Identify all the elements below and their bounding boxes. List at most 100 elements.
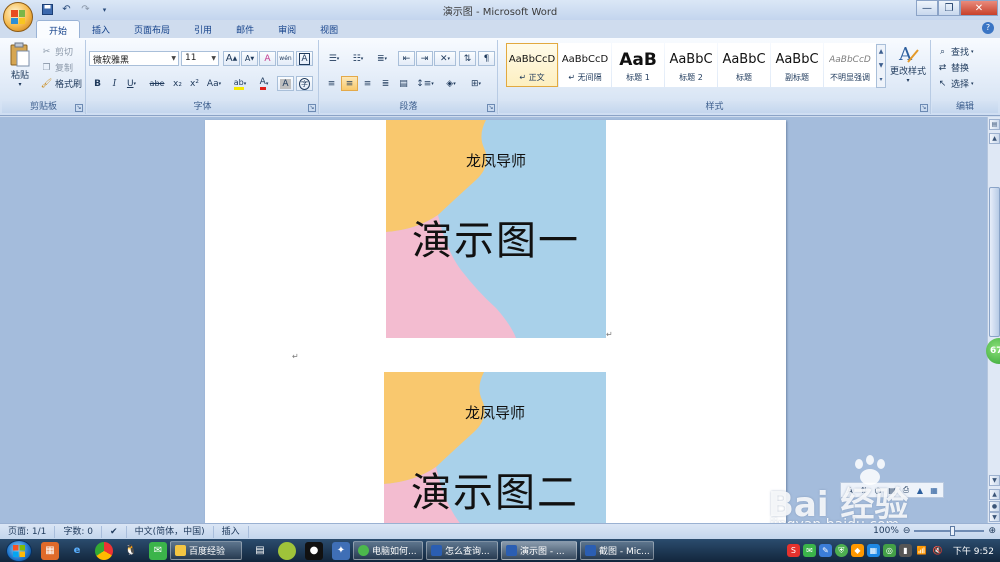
tools-tray-icon[interactable]: ✎ [818,544,832,557]
bullets-button[interactable]: ☰ ▾ [323,51,345,66]
document-image-1[interactable]: 龙凤导师 演示图一 [386,120,606,338]
highlight-button[interactable]: ab ▾ [229,76,251,91]
copy-button[interactable]: ❐ 复制 [40,61,73,75]
tab-mailings[interactable]: 邮件 [224,20,266,38]
taskbar-task-browser-1[interactable]: 电脑如何... [353,541,423,560]
close-button[interactable]: ✕ [960,0,998,16]
system-clock[interactable]: 下午 9:52 [953,544,994,557]
style-subtitle[interactable]: AaBbC 副标题 [771,43,823,87]
strikethrough-button[interactable]: abe [147,76,167,91]
subscript-button[interactable]: x₂ [169,76,186,91]
distributed-button[interactable]: ▤ [395,76,412,91]
numbering-button[interactable]: ☷ ▾ [347,51,369,66]
borders-button[interactable]: ⊞ ▾ [465,76,487,91]
clipboard-launcher-icon[interactable]: ↘ [75,104,83,112]
taskbar-wechat-icon[interactable]: ✉ [149,541,167,560]
taskbar-browser-icon[interactable] [278,541,296,560]
underline-button[interactable]: U ▾ [123,76,140,91]
taskbar-task-baidu-jingyan[interactable]: 百度经验 [170,541,242,560]
tab-view[interactable]: 视图 [308,20,350,38]
taskbar-task-word-demo[interactable]: 演示图 - ... [501,541,577,560]
zoom-out-icon[interactable]: ⊖ [903,526,911,536]
justify-button[interactable]: ≣ [377,76,394,91]
start-button[interactable] [6,539,32,562]
wechat-tray-icon[interactable]: ✉ [802,544,816,557]
taskbar-ie-icon[interactable]: e [68,542,86,560]
mini-toolbar-doc-icon[interactable]: ▤ [886,486,898,495]
character-shading-button[interactable]: A [277,76,294,91]
style-title[interactable]: AaBbC 标题 [718,43,770,87]
grow-font-button[interactable]: A ▲ [223,51,240,66]
increase-indent-button[interactable]: ⇥ [416,51,433,66]
mini-toolbar-sort-icon[interactable]: ⇅ [858,486,870,495]
vertical-scrollbar[interactable]: ▤ ▲ ▼ ▲ ● ▼ [987,117,1000,523]
change-case-button[interactable]: Aa ▾ [203,76,225,91]
restore-button[interactable]: ❐ [938,0,960,16]
browse-object-icon[interactable]: ● [989,501,1000,512]
font-name-combo[interactable]: 微软雅黑 ▼ [89,51,179,66]
line-spacing-button[interactable]: ↕≡ ▾ [414,76,436,91]
mini-toolbar-print-icon[interactable]: ⎙ [900,485,912,495]
style-heading-2[interactable]: AaBbC 标题 2 [665,43,717,87]
mini-toolbar-clock-icon[interactable]: ◷ [872,486,884,495]
taskbar-apps-icon[interactable]: ▦ [41,541,59,560]
bold-button[interactable]: B [89,76,106,91]
italic-button[interactable]: I [106,76,123,91]
taskbar-chrome-icon[interactable] [95,541,113,560]
zoom-in-icon[interactable]: ⊕ [988,526,996,536]
styles-launcher-icon[interactable]: ↘ [920,104,928,112]
sogou-icon[interactable]: S [786,544,800,557]
taskbar-qq-icon[interactable]: 🐧 [122,542,140,560]
insert-mode[interactable]: 插入 [214,525,249,538]
superscript-button[interactable]: x² [186,76,203,91]
taskbar-feather-icon[interactable]: ✦ [332,541,350,560]
taskbar-task-word-screenshot[interactable]: 截图 - Mic... [580,541,654,560]
font-launcher-icon[interactable]: ↘ [308,104,316,112]
find-button[interactable]: ⌕ 查找 ▾ [936,45,974,59]
enclose-characters-button[interactable]: 字 [296,76,313,91]
previous-page-icon[interactable]: ▲ [989,489,1000,500]
app-tray-icon[interactable]: ◆ [850,544,864,557]
taskbar-calculator-icon[interactable]: ▤ [251,542,269,560]
document-image-2[interactable]: 龙凤导师 演示图二 [384,372,606,523]
tab-insert[interactable]: 插入 [80,20,122,38]
tab-references[interactable]: 引用 [182,20,224,38]
align-right-button[interactable]: ≡ [359,76,376,91]
next-page-icon[interactable]: ▼ [989,512,1000,522]
help-icon[interactable]: ? [982,22,994,34]
battery-icon[interactable]: ▮ [898,544,912,557]
sort-button[interactable]: ⇅ [459,51,476,66]
security-tray-icon[interactable]: ⛨ [834,544,848,557]
minimize-button[interactable]: — [916,0,938,16]
ruler-toggle-icon[interactable]: ▤ [989,119,1000,130]
font-size-combo[interactable]: 11 ▼ [181,51,219,66]
taskbar-recorder-icon[interactable]: ● [305,541,323,560]
character-border-button[interactable]: A [296,51,313,66]
zoom-slider[interactable] [914,526,985,536]
taskbar-task-word-2[interactable]: 怎么查询... [426,541,498,560]
style-heading-1[interactable]: AaB 标题 1 [612,43,664,87]
style-normal[interactable]: AaBbCcD ↵ 正文 [506,43,558,87]
scroll-up-icon[interactable]: ▲ [989,133,1000,144]
network-icon[interactable]: 📶 [915,544,928,557]
zoom-level[interactable]: 100% [873,526,899,536]
language-status[interactable]: 中文(简体，中国) [127,525,214,538]
align-center-button[interactable]: ≡ [341,76,358,91]
style-no-spacing[interactable]: AaBbCcD ↵ 无间隔 [559,43,611,87]
scroll-down-icon[interactable]: ▼ [989,475,1000,486]
format-painter-button[interactable]: 🖌 格式刷 [40,77,82,91]
mini-toolbar-a-icon[interactable]: A [844,486,856,495]
zoom-slider-knob[interactable] [950,526,956,536]
tab-page-layout[interactable]: 页面布局 [122,20,182,38]
chinese-layout-button[interactable]: ✕ ▾ [434,51,456,66]
office-button[interactable] [3,2,33,32]
decrease-indent-button[interactable]: ⇤ [398,51,415,66]
word-count[interactable]: 字数: 0 [55,525,103,538]
phonetic-guide-button[interactable]: wén [277,51,294,66]
page-count[interactable]: 页面: 1/1 [0,525,56,538]
font-color-button[interactable]: A ▾ [253,76,275,91]
paragraph-launcher-icon[interactable]: ↘ [487,104,495,112]
change-styles-button[interactable]: A 更改样式 ▾ [888,42,928,84]
replace-button[interactable]: ⇄ 替换 [936,61,969,75]
tab-home[interactable]: 开始 [36,20,81,38]
